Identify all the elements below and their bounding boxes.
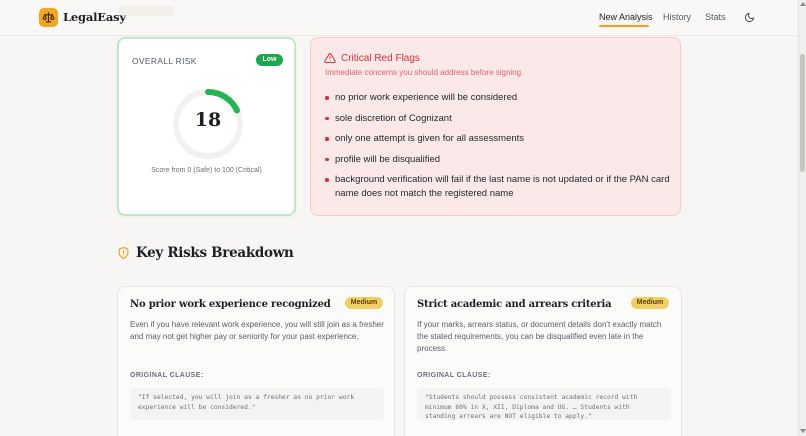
critical-red-flags-card: Critical Red Flags Immediate concerns yo… [310, 37, 681, 216]
warning-triangle-icon [324, 52, 336, 63]
app-name[interactable]: LegalEasy [63, 10, 126, 24]
shield-icon [118, 246, 129, 260]
faded-header-text [118, 6, 174, 16]
nav-history[interactable]: History [663, 12, 691, 22]
risk-card-description: If your marks, arrears status, or docume… [417, 320, 662, 353]
red-flag-text: profile will be disqualified [335, 153, 441, 165]
red-flag-item: profile will be disqualified [325, 153, 675, 167]
severity-badge: Medium [631, 297, 669, 309]
risk-card-title: Strict academic and arrears criteria [417, 299, 612, 310]
red-flag-text: no prior work experience will be conside… [335, 92, 518, 103]
red-flags-subtitle: Immediate concerns you should address be… [325, 68, 524, 77]
red-flags-list: no prior work experience will be conside… [325, 91, 675, 208]
overall-risk-card: OVERALL RISK Low 18 Score from 0 (Safe) … [117, 37, 296, 216]
scales-logo-icon[interactable] [39, 8, 58, 27]
key-risks-title: Key Risks Breakdown [136, 245, 294, 261]
bullet-dot-icon [325, 178, 329, 182]
bullet-dot-icon [325, 96, 329, 100]
red-flag-item: only one attempt is given for all assess… [325, 132, 675, 146]
scrollbar-thumb[interactable] [800, 54, 805, 172]
active-nav-indicator [599, 25, 649, 27]
nav-stats[interactable]: Stats [705, 12, 726, 22]
risk-card-academic: Strict academic and arrears criteria Med… [404, 286, 682, 436]
original-clause-label: ORIGINAL CLAUSE: [130, 372, 204, 379]
severity-badge: Medium [345, 297, 383, 309]
bullet-dot-icon [325, 157, 329, 161]
risk-card-title: No prior work experience recognized [130, 299, 331, 310]
original-clause-label: ORIGINAL CLAUSE: [417, 372, 491, 379]
score-caption: Score from 0 (Safe) to 100 (Critical) [151, 167, 262, 174]
risk-card-description: Even if you have relevant work experienc… [130, 320, 384, 341]
red-flag-item: no prior work experience will be conside… [325, 91, 675, 105]
bullet-dot-icon [325, 137, 329, 141]
red-flag-item: background verification will fail if the… [325, 173, 675, 201]
red-flags-title: Critical Red Flags [341, 53, 420, 64]
red-flag-text: background verification will fail if the… [335, 174, 670, 199]
nav-new-analysis[interactable]: New Analysis [599, 12, 653, 22]
original-clause-text: "Students should possess consistent acad… [417, 388, 671, 420]
scroll-up-arrow-icon[interactable] [800, 2, 806, 6]
overall-risk-title: OVERALL RISK [132, 56, 197, 66]
top-navbar: LegalEasy New Analysis History Stats [0, 0, 798, 36]
page-scrollbar[interactable] [798, 0, 806, 436]
red-flag-item: sole discretion of Cognizant [325, 112, 675, 126]
risk-level-badge: Low [256, 54, 283, 66]
risk-score: 18 [194, 109, 222, 131]
scroll-down-arrow-icon[interactable] [800, 429, 806, 433]
red-flag-text: only one attempt is given for all assess… [335, 133, 525, 144]
original-clause-text: "If selected, you will join as a fresher… [130, 388, 384, 420]
bullet-dot-icon [325, 116, 329, 120]
risk-card-experience: No prior work experience recognized Medi… [117, 286, 395, 436]
red-flag-text: sole discretion of Cognizant [335, 112, 452, 124]
dark-mode-moon-icon[interactable] [744, 12, 755, 23]
